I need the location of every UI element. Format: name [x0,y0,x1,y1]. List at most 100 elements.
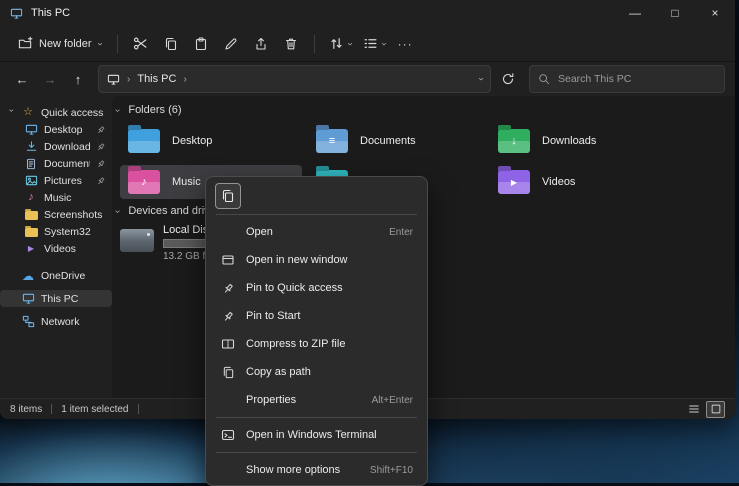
documents-folder-icon: ≡ [316,129,348,153]
sort-icon [329,36,344,51]
pictures-icon [24,174,38,187]
chevron-down-icon: › [94,42,104,45]
details-view-button[interactable] [685,402,702,417]
paste-button[interactable] [186,30,216,58]
forward-button[interactable]: → [38,67,62,91]
thumbnail-view-icon [710,403,722,415]
sidebar-item-this-pc[interactable]: This PC [0,290,112,307]
folder-icon [24,209,38,220]
share-button[interactable] [246,30,276,58]
command-bar: New folder › › › ··· [0,26,735,62]
pin-icon [96,159,106,169]
sidebar-item-music[interactable]: ♪ Music [0,189,112,206]
sidebar-item-pictures[interactable]: Pictures [0,172,112,189]
menu-item-show-more-options[interactable]: Show more options Shift+F10 [210,456,423,484]
view-button[interactable]: › [357,32,391,55]
sidebar-item-screenshots[interactable]: Screenshots [0,206,112,223]
share-icon [254,37,268,51]
downloads-icon [24,140,38,153]
menu-item-copy-as-path[interactable]: Copy as path [210,358,423,386]
new-window-icon [220,253,236,267]
refresh-button[interactable] [495,67,521,91]
this-pc-icon [21,292,35,305]
search-box[interactable] [529,65,725,93]
toolbar-separator [117,35,118,53]
sidebar-item-videos[interactable]: ▶ Videos [0,240,112,257]
pin-icon [220,282,236,295]
minimize-button[interactable]: — [615,0,655,26]
menu-divider [216,214,417,215]
sidebar-item-onedrive[interactable]: ☁ OneDrive [0,267,112,284]
view-toggles [685,401,725,418]
folder-tile-downloads[interactable]: ↓ Downloads [490,124,672,158]
videos-icon: ▶ [24,245,38,253]
rename-icon [224,37,238,51]
menu-item-properties[interactable]: Properties Alt+Enter [210,386,423,414]
menu-item-pin-to-start[interactable]: Pin to Start [210,302,423,330]
new-folder-label: New folder [39,38,92,50]
menu-divider [216,452,417,453]
sidebar-item-quick-access[interactable]: › ☆ Quick access [0,104,112,121]
sidebar-item-documents[interactable]: Documents [0,155,112,172]
address-bar[interactable]: › This PC › › [98,65,491,93]
paste-icon [194,37,208,51]
copy-path-icon [220,366,236,379]
documents-icon [24,158,38,170]
breadcrumb-location[interactable]: This PC [137,73,176,85]
up-button[interactable]: ↑ [66,67,90,91]
sidebar-item-system32[interactable]: System32 [0,223,112,240]
pin-icon [96,176,106,186]
pin-icon [96,125,106,135]
copy-quick-action-button[interactable] [215,183,241,209]
menu-item-open[interactable]: Open Enter [210,218,423,246]
copy-button[interactable] [156,30,186,58]
desktop-icon [24,123,38,136]
desktop-folder-icon [128,129,160,153]
collapse-chevron-icon[interactable]: › [112,209,123,212]
folder-tile-videos[interactable]: ▶ Videos [490,165,672,199]
music-icon: ♪ [24,192,38,203]
menu-item-open-in-new-window[interactable]: Open in new window [210,246,423,274]
pin-icon [96,142,106,152]
new-folder-button[interactable]: New folder › [10,32,109,55]
folder-icon [24,226,38,237]
menu-divider [216,417,417,418]
breadcrumb-chevron-icon: › [183,74,186,85]
folders-section-header[interactable]: › Folders (6) [116,104,182,116]
delete-button[interactable] [276,30,306,58]
status-separator [138,404,139,414]
copy-icon [221,189,235,203]
window-controls: — □ × [615,0,735,26]
collapse-chevron-icon[interactable]: › [112,108,123,111]
menu-item-pin-to-quick-access[interactable]: Pin to Quick access [210,274,423,302]
more-options-button[interactable]: ··· [398,37,413,51]
sidebar-item-desktop[interactable]: Desktop [0,121,112,138]
close-button[interactable]: × [695,0,735,26]
expand-chevron-icon[interactable]: › [7,109,16,116]
chevron-down-icon: › [345,42,355,45]
window-title: This PC [31,7,70,19]
sidebar-gap [0,257,112,267]
sort-button[interactable]: › [323,32,357,55]
network-icon [21,315,35,328]
cut-button[interactable] [126,30,156,58]
search-icon [538,73,550,85]
cut-icon [133,36,148,51]
breadcrumb-chevron-icon: › [127,74,130,85]
onedrive-cloud-icon: ☁ [21,270,35,282]
maximize-button[interactable]: □ [655,0,695,26]
menu-item-open-in-windows-terminal[interactable]: Open in Windows Terminal [210,421,423,449]
address-dropdown-icon[interactable]: › [475,77,485,80]
address-row: ← → ↑ › This PC › › [0,62,735,96]
rename-button[interactable] [216,30,246,58]
back-button[interactable]: ← [10,67,34,91]
sidebar-item-network[interactable]: Network [0,313,112,330]
folder-tile-desktop[interactable]: Desktop [120,124,302,158]
large-icons-view-button[interactable] [706,401,725,418]
title-bar: This PC — □ × [0,0,735,26]
view-icon [363,36,378,51]
search-input[interactable] [556,72,716,86]
sidebar-item-downloads[interactable]: Downloads [0,138,112,155]
folder-tile-documents[interactable]: ≡ Documents [308,124,490,158]
menu-item-compress-to-zip[interactable]: Compress to ZIP file [210,330,423,358]
